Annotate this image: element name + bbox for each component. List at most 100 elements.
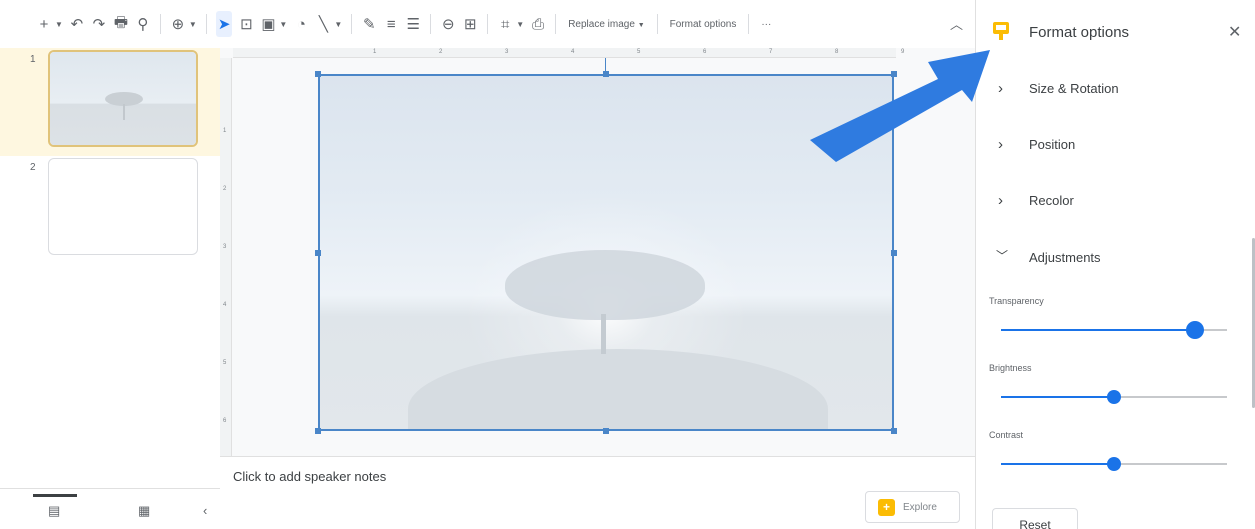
line-dropdown-icon[interactable]: ▼ xyxy=(334,20,342,29)
contrast-slider[interactable] xyxy=(1001,457,1227,471)
border-weight-icon[interactable]: ≡ xyxy=(383,11,399,37)
insert-link-icon[interactable]: ⊖ xyxy=(440,11,456,37)
new-slide-dropdown-icon[interactable]: ▼ xyxy=(55,20,63,29)
image-icon[interactable]: ▣ xyxy=(260,11,276,37)
resize-handle-bottom-right[interactable] xyxy=(891,428,897,434)
brightness-slider[interactable] xyxy=(1001,390,1227,404)
reset-button[interactable]: Reset xyxy=(992,508,1078,529)
section-label[interactable]: Adjustments xyxy=(1029,250,1101,265)
chevron-right-icon: › xyxy=(998,136,1003,153)
paint-format-icon[interactable]: ⚲ xyxy=(135,11,151,37)
explore-label: Explore xyxy=(903,501,937,513)
replace-image-button[interactable]: Replace image ▼ xyxy=(565,19,647,30)
undo-icon[interactable]: ↶ xyxy=(69,11,85,37)
chevron-right-icon: › xyxy=(998,80,1003,97)
panel-header: Format options ✕ xyxy=(976,0,1255,62)
redo-icon[interactable]: ↷ xyxy=(91,11,107,37)
collapse-filmstrip-icon[interactable]: ‹ xyxy=(203,503,207,518)
print-icon[interactable]: 🖶 xyxy=(113,11,129,37)
close-icon[interactable]: ✕ xyxy=(1228,22,1241,42)
more-options-button[interactable]: ··· xyxy=(758,19,774,30)
resize-handle-right[interactable] xyxy=(891,250,897,256)
section-size-rotation[interactable]: › Size & Rotation xyxy=(976,62,1255,118)
section-label: Recolor xyxy=(1029,193,1074,208)
resize-handle-bottom[interactable] xyxy=(603,428,609,434)
toolbar: + ▼ ↶ ↷ 🖶 ⚲ ⊕ ▼ ➤ ⊡ ▣ ▼ ◔ ╲ ▼ ✎ ≡ ☰ ⊖ ⊞ … xyxy=(0,0,975,48)
mask-dropdown-icon[interactable]: ▼ xyxy=(516,20,524,29)
section-position[interactable]: › Position xyxy=(976,118,1255,174)
ruler-label: 1 xyxy=(373,49,377,55)
contrast-slider-knob[interactable] xyxy=(1107,457,1121,471)
section-recolor[interactable]: › Recolor xyxy=(976,174,1255,230)
zoom-dropdown-icon[interactable]: ▼ xyxy=(189,20,197,29)
ruler-label: 9 xyxy=(901,49,905,55)
brightness-slider-knob[interactable] xyxy=(1107,390,1121,404)
format-options-button[interactable]: Format options xyxy=(667,19,740,30)
toolbar-divider xyxy=(159,14,161,34)
line-icon[interactable]: ╲ xyxy=(315,11,331,37)
thumbnail-trunk xyxy=(123,104,125,120)
toolbar-divider xyxy=(430,14,432,34)
slide-thumbnail-row-1[interactable]: 1 xyxy=(0,48,220,156)
replace-image-label: Replace image xyxy=(568,18,635,30)
replace-image-dropdown-icon: ▼ xyxy=(637,21,645,29)
filmstrip-view-icon[interactable]: ▤ xyxy=(48,503,60,519)
add-comment-icon[interactable]: ⊞ xyxy=(462,11,478,37)
transparency-slider-knob[interactable] xyxy=(1186,321,1205,339)
active-view-indicator xyxy=(33,494,77,497)
toolbar-divider xyxy=(487,14,489,34)
shape-icon[interactable]: ◔ xyxy=(293,11,309,37)
brightness-label: Brightness xyxy=(989,363,1032,373)
select-tool-icon[interactable]: ➤ xyxy=(215,11,233,37)
zoom-icon[interactable]: ⊕ xyxy=(170,11,186,37)
ruler-label: 4 xyxy=(571,49,575,55)
border-dash-icon[interactable]: ☰ xyxy=(405,11,421,37)
resize-handle-top[interactable] xyxy=(603,71,609,77)
image-dropdown-icon[interactable]: ▼ xyxy=(279,20,287,29)
ruler-label: 2 xyxy=(223,186,227,192)
resize-handle-left[interactable] xyxy=(315,250,321,256)
vertical-ruler[interactable]: 1 2 3 4 5 6 xyxy=(220,58,232,456)
collapse-toolbar-icon[interactable]: ︿ xyxy=(950,14,963,33)
reset-image-icon[interactable]: ⎙ xyxy=(530,11,546,37)
ruler-label: 2 xyxy=(439,49,443,55)
explore-button[interactable]: + Explore xyxy=(865,491,960,523)
ruler-label: 6 xyxy=(703,49,707,55)
slide-filmstrip: 1 2 xyxy=(0,48,220,488)
crop-icon[interactable]: ⌗ xyxy=(497,11,513,37)
new-slide-icon[interactable]: + xyxy=(36,11,52,37)
ruler-label: 8 xyxy=(835,49,839,55)
slide-thumbnail[interactable] xyxy=(48,158,198,255)
resize-handle-top-right[interactable] xyxy=(891,71,897,77)
toolbar-divider xyxy=(205,14,207,34)
speaker-notes[interactable]: Click to add speaker notes + Explore xyxy=(220,456,975,529)
slides-editor: + ▼ ↶ ↷ 🖶 ⚲ ⊕ ▼ ➤ ⊡ ▣ ▼ ◔ ╲ ▼ ✎ ≡ ☰ ⊖ ⊞ … xyxy=(0,0,1255,529)
grid-view-icon[interactable]: ▦ xyxy=(138,503,150,519)
ruler-label: 6 xyxy=(223,418,227,424)
chevron-right-icon: › xyxy=(998,192,1003,209)
toolbar-divider xyxy=(656,14,658,34)
thumbnail-image xyxy=(50,52,196,145)
slide-thumbnail[interactable] xyxy=(48,50,198,147)
rotate-handle-line xyxy=(605,58,606,74)
ruler-label: 5 xyxy=(637,49,641,55)
text-box-icon[interactable]: ⊡ xyxy=(238,11,254,37)
explore-icon: + xyxy=(878,498,895,516)
ruler-label: 3 xyxy=(505,49,509,55)
toolbar-divider xyxy=(555,14,557,34)
contrast-label: Contrast xyxy=(989,430,1024,440)
slide-thumbnail-row-2[interactable]: 2 xyxy=(0,156,220,264)
ruler-label: 7 xyxy=(769,49,773,55)
resize-handle-top-left[interactable] xyxy=(315,71,321,77)
horizontal-ruler[interactable]: 1 2 3 4 5 6 7 8 9 xyxy=(233,48,904,58)
toolbar-divider xyxy=(748,14,750,34)
transparency-slider[interactable] xyxy=(1001,321,1227,339)
resize-handle-bottom-left[interactable] xyxy=(315,428,321,434)
speaker-notes-placeholder[interactable]: Click to add speaker notes xyxy=(233,469,386,484)
slider-fill xyxy=(1001,463,1114,465)
section-label: Position xyxy=(1029,137,1076,152)
ruler-label: 1 xyxy=(223,128,227,134)
border-color-icon[interactable]: ✎ xyxy=(361,11,377,37)
ruler-label: 4 xyxy=(223,302,227,308)
chevron-down-icon[interactable]: ﹀ xyxy=(996,247,1008,264)
